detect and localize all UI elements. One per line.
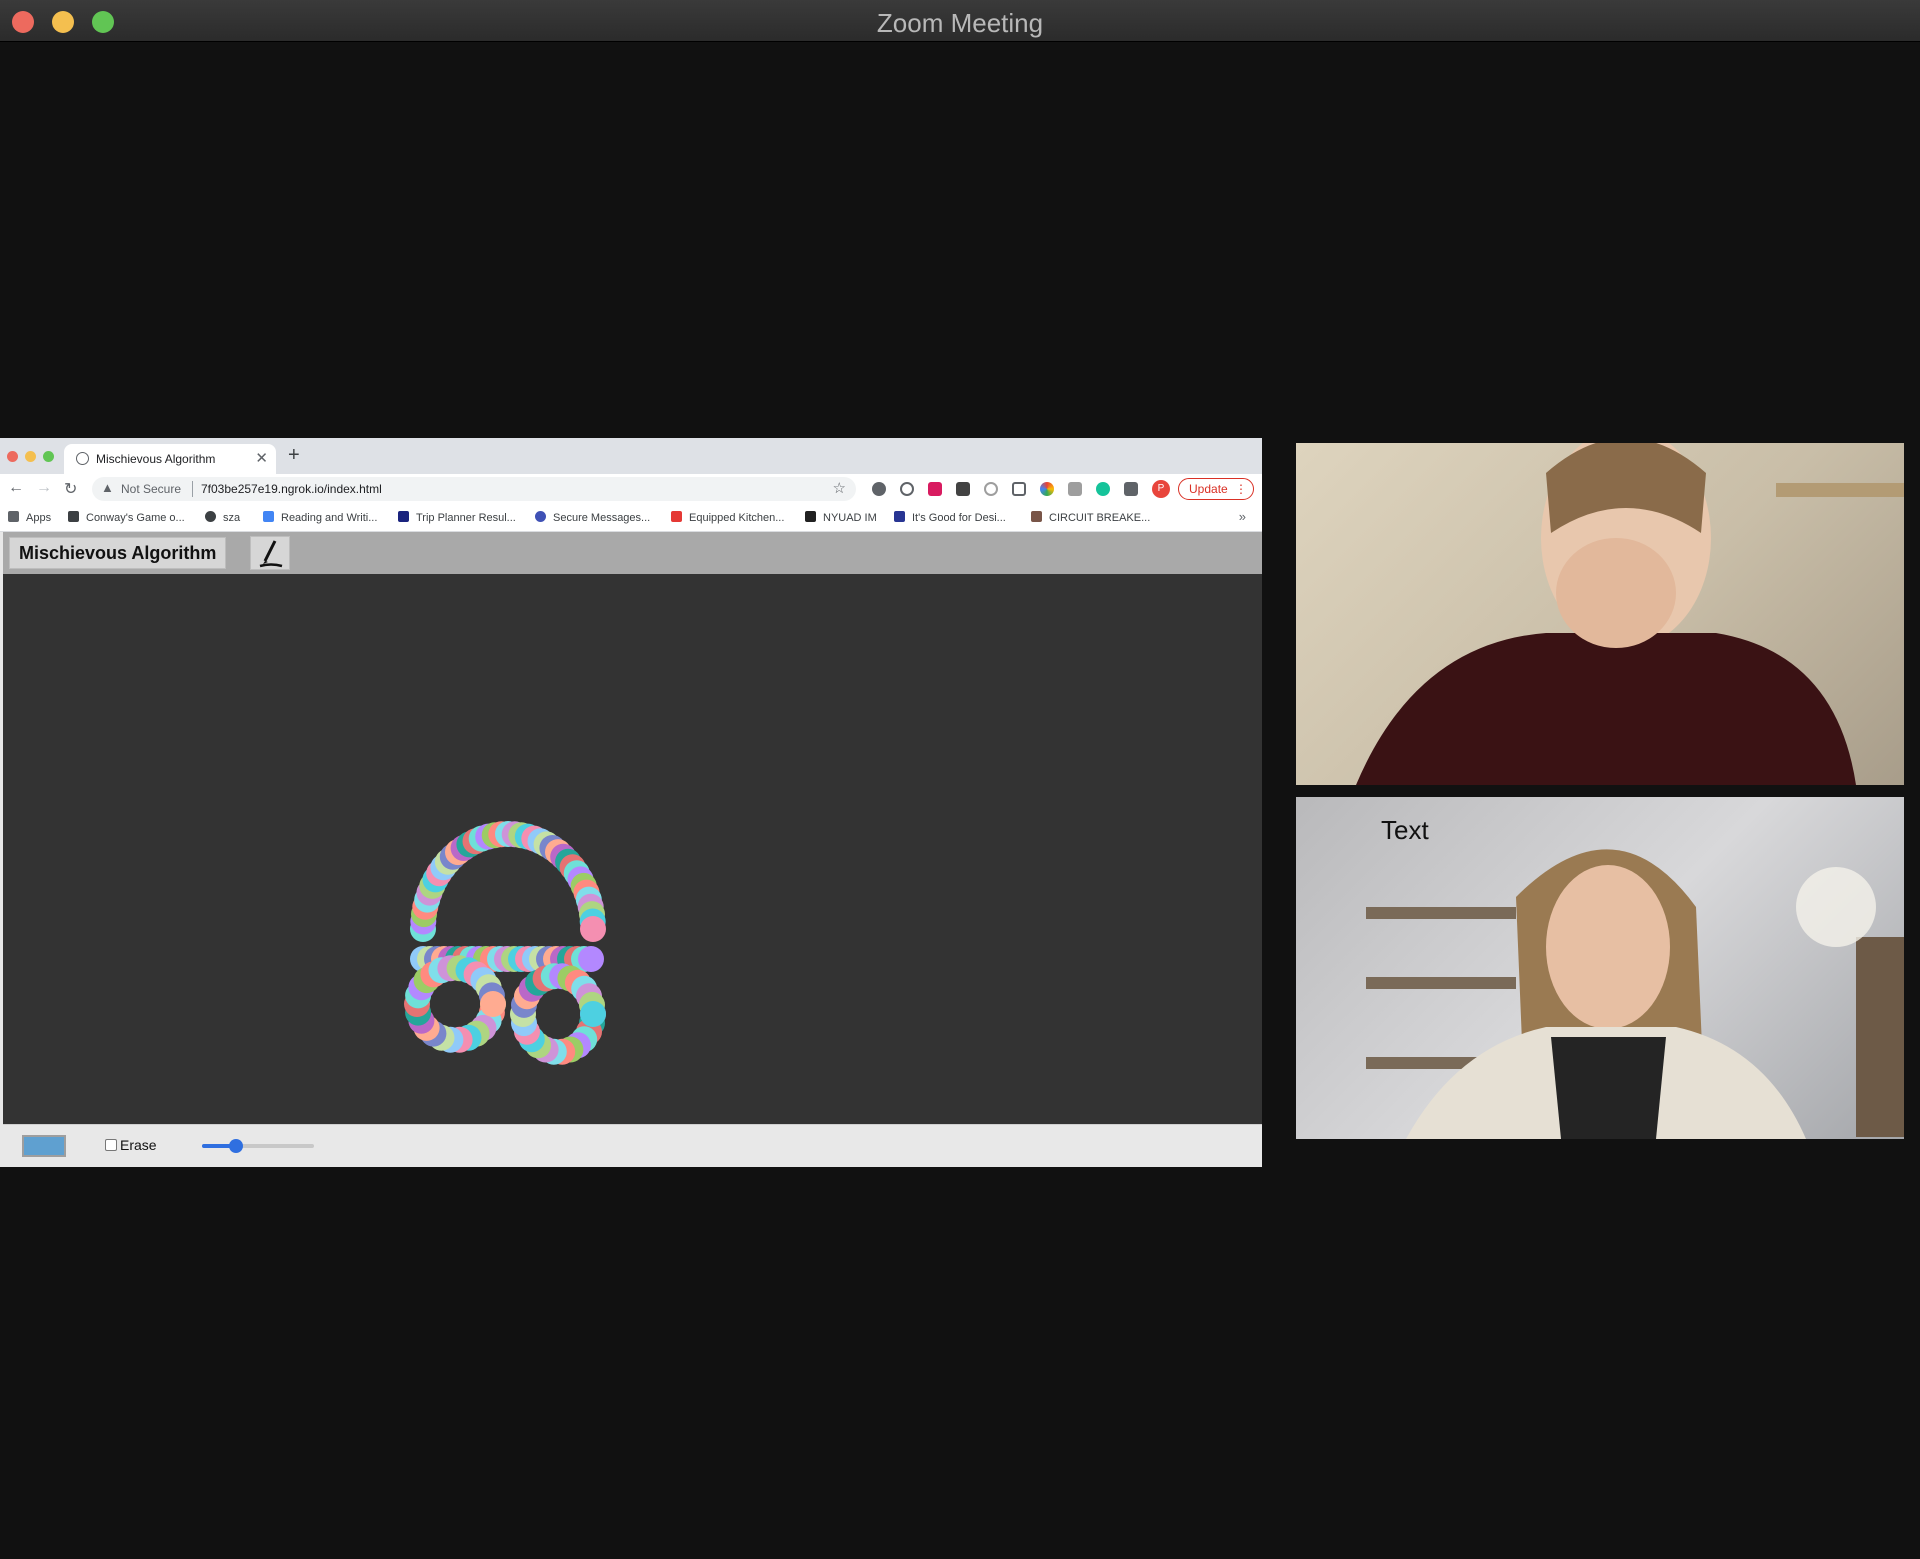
pencil-icon [1031,511,1042,522]
bookmark-secure-messages[interactable]: Secure Messages... [535,511,650,524]
grammarly-icon[interactable] [1096,482,1110,496]
shared-screen: Mischievous Algorithm ✕ + ← → ↻ ▲ Not Se… [0,438,1262,1167]
update-button[interactable]: Update ⋮ [1178,478,1254,500]
pen-icon [259,540,283,568]
globe-icon [205,511,216,522]
extension-icon[interactable] [872,482,886,496]
color-picker-extension-icon[interactable] [1040,482,1054,496]
pin-icon [671,511,682,522]
apps-grid-icon [8,511,19,522]
app-header: Mischievous Algorithm [3,532,1262,574]
bookmark-conways-game[interactable]: Conway's Game o... [68,511,185,524]
browser-toolbar: ← → ↻ ▲ Not Secure 7f03be257e19.ngrok.io… [0,474,1262,504]
back-icon[interactable]: ← [8,479,24,497]
browser-close-button[interactable] [7,451,18,462]
bookmark-sza[interactable]: sza [205,511,240,524]
bookmark-equipped-kitchen[interactable]: Equipped Kitchen... [671,511,784,524]
profile-avatar[interactable]: P [1152,480,1170,498]
participant-video-1[interactable] [1296,443,1904,785]
app-title[interactable]: Mischievous Algorithm [9,537,227,569]
extension-icon[interactable] [1012,482,1026,496]
bookmark-circuit-breaker[interactable]: CIRCUIT BREAKE... [1031,511,1150,524]
participant-video-2[interactable]: Text [1296,797,1904,1139]
bookmark-star-icon[interactable]: ☆ [833,479,846,497]
brush-dot [480,991,506,1017]
brush-dot [580,916,606,942]
url-text[interactable]: 7f03be257e19.ngrok.io/index.html [201,482,382,496]
bookmarks-bar: Apps Conway's Game o... sza Reading and … [0,504,1262,532]
docs-icon [263,511,274,522]
security-label[interactable]: Not Secure [121,482,181,496]
zoom-title-bar: Zoom Meeting [0,0,1920,42]
eyedropper-extension-icon[interactable] [1068,482,1082,496]
erase-checkbox[interactable] [105,1139,117,1151]
address-bar[interactable]: ▲ Not Secure 7f03be257e19.ngrok.io/index… [92,477,856,501]
menu-dots-icon[interactable]: ⋮ [1235,479,1247,499]
browser-tab-strip: Mischievous Algorithm ✕ + [0,438,1262,474]
bookmark-reading-and-writing[interactable]: Reading and Writi... [263,511,377,524]
brush-dot [580,1001,606,1027]
bookmark-its-good-for-design[interactable]: It's Good for Desi... [894,511,1006,524]
more-bookmarks-icon[interactable]: » [1239,509,1246,524]
participant-name-label: Text [1381,815,1429,845]
app-footer: Erase [3,1124,1262,1167]
tab-close-icon[interactable]: ✕ [255,449,268,467]
drawing-strokes [404,821,606,1065]
globe-icon [535,511,546,522]
color-picker[interactable] [22,1135,66,1157]
bookmark-apps[interactable]: Apps [8,511,51,524]
window-title: Zoom Meeting [876,8,1044,38]
extension-icon[interactable] [900,482,914,496]
browser-zoom-button[interactable] [43,451,54,462]
globe-icon [76,452,89,465]
brush-size-slider[interactable] [202,1139,314,1153]
draw-tool-button[interactable] [250,536,290,570]
participant-1-figure [1356,443,1904,785]
extension-icon[interactable] [956,482,970,496]
h-logo-icon [894,511,905,522]
slider-thumb[interactable] [228,1139,243,1153]
drawing-canvas[interactable] [3,574,1262,1124]
life-icon [68,511,79,522]
extension-icon[interactable] [984,482,998,496]
omnibox-divider [192,481,193,497]
reload-icon[interactable]: ↻ [64,479,77,499]
browser-tab-active[interactable]: Mischievous Algorithm ✕ [64,444,276,474]
update-label: Update [1189,482,1228,496]
bookmark-nyuad-im[interactable]: NYUAD IM [805,511,877,524]
bookmark-trip-planner[interactable]: Trip Planner Resul... [398,511,516,524]
n-logo-icon [398,511,409,522]
tab-title: Mischievous Algorithm [96,452,216,466]
forward-icon[interactable]: → [36,479,52,497]
browser-minimize-button[interactable] [25,451,36,462]
extension-icon[interactable] [928,482,942,496]
nyu-icon [805,511,816,522]
puzzle-extensions-icon[interactable] [1124,482,1138,496]
brush-dot [578,946,604,972]
participant-2-figure [1366,849,1904,1139]
erase-label: Erase [120,1137,157,1153]
new-tab-icon[interactable]: + [288,444,300,467]
warning-icon: ▲ [101,480,114,495]
